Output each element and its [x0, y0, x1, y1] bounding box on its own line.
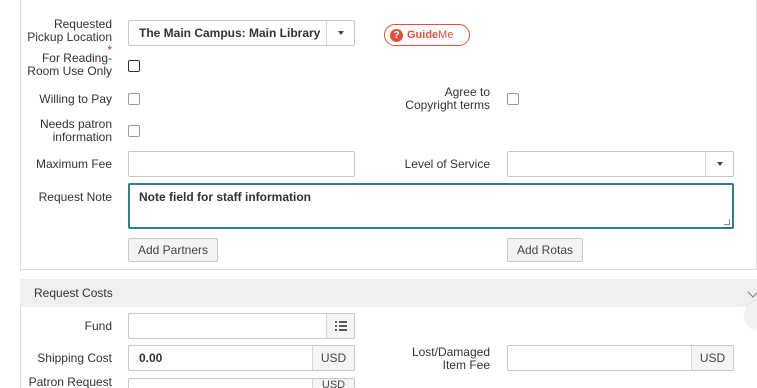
- add-rotas-button[interactable]: Add Rotas: [507, 238, 583, 262]
- shipping-cost-label: Shipping Cost: [37, 351, 112, 365]
- resize-handle-icon[interactable]: [724, 219, 730, 225]
- request-note-label: Request Note: [38, 190, 112, 204]
- request-note-value: Note field for staff information: [139, 190, 311, 204]
- patron-request-label: Patron Request: [28, 375, 112, 388]
- request-costs-header[interactable]: Request Costs: [20, 279, 757, 307]
- needs-patron-info-label: Needs patron information: [20, 118, 112, 144]
- pickup-location-select[interactable]: The Main Campus: Main Library: [128, 20, 355, 46]
- add-partners-button[interactable]: Add Partners: [128, 238, 218, 262]
- request-note-textarea[interactable]: Note field for staff information: [128, 183, 734, 229]
- pickup-location-dropdown[interactable]: [326, 21, 354, 45]
- needs-patron-info-checkbox[interactable]: [128, 125, 140, 137]
- patron-request-input[interactable]: USD: [128, 378, 355, 388]
- willing-to-pay-checkbox[interactable]: [128, 93, 140, 105]
- chevron-down-icon: [337, 31, 344, 35]
- reading-room-checkbox[interactable]: [128, 60, 140, 72]
- pickup-location-value: The Main Campus: Main Library: [139, 26, 321, 40]
- willing-to-pay-label: Willing to Pay: [39, 92, 112, 106]
- copyright-terms-checkbox[interactable]: [507, 93, 519, 105]
- fund-input[interactable]: [128, 313, 355, 339]
- question-icon: ?: [390, 28, 403, 42]
- list-icon: [334, 321, 347, 331]
- level-of-service-dropdown[interactable]: [705, 152, 733, 176]
- patron-request-currency: USD: [312, 379, 354, 388]
- fund-list-button[interactable]: [326, 314, 354, 338]
- level-of-service-select[interactable]: [507, 151, 734, 177]
- pickup-label-line2: Pickup Location: [27, 30, 112, 44]
- fund-label: Fund: [84, 319, 112, 333]
- guideme-label-light: Me: [438, 29, 454, 41]
- reading-room-label-line2: Room Use Only: [27, 64, 112, 78]
- maximum-fee-label: Maximum Fee: [35, 157, 112, 171]
- shipping-cost-input[interactable]: 0.00 USD: [128, 345, 355, 371]
- guideme-label-bold: Guide: [407, 29, 439, 41]
- lost-damaged-currency: USD: [691, 346, 733, 370]
- request-costs-title: Request Costs: [34, 286, 113, 300]
- needs-patron-label-line2: information: [52, 130, 112, 144]
- copyright-label-line2: Copyright terms: [405, 98, 490, 112]
- level-of-service-label: Level of Service: [404, 157, 490, 171]
- chevron-down-icon: [716, 162, 723, 166]
- maximum-fee-input[interactable]: [128, 151, 355, 177]
- guideme-button[interactable]: ? Guide Me: [384, 24, 470, 46]
- shipping-cost-value: 0.00: [139, 351, 163, 365]
- lost-damaged-fee-label: Lost/Damaged Item Fee: [390, 346, 490, 372]
- lost-damaged-label-line2: Item Fee: [442, 358, 490, 372]
- shipping-currency: USD: [312, 346, 354, 370]
- lost-damaged-fee-input[interactable]: USD: [507, 345, 734, 371]
- chevron-down-icon[interactable]: [747, 286, 757, 298]
- copyright-terms-label: Agree to Copyright terms: [390, 86, 490, 112]
- reading-room-label: For Reading- Room Use Only: [20, 52, 112, 78]
